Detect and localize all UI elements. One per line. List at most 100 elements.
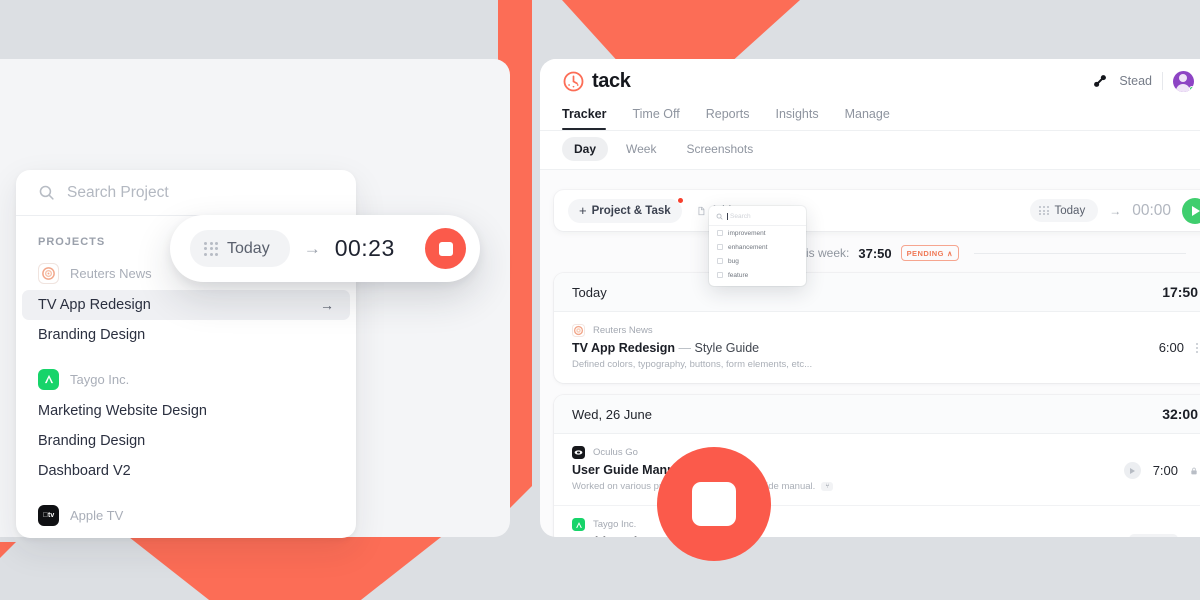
tab-time-off[interactable]: Time Off xyxy=(632,103,679,130)
project-name: Branding Design xyxy=(38,327,146,343)
tag-option-enhancement[interactable]: enhancement xyxy=(709,240,806,254)
time-entry-main: Taygo Inc. Dashboard V2 — Design Created… xyxy=(572,518,1129,537)
tag-option-label: enhancement xyxy=(728,243,768,251)
entry-description-row: Defined colors, typography, buttons, for… xyxy=(572,359,1159,370)
status-badge-label: PENDING xyxy=(906,248,944,258)
play-triangle-icon xyxy=(1192,205,1200,216)
coral-triangle-left xyxy=(0,542,16,558)
entry-dash: — xyxy=(678,341,692,355)
tag-dropdown-menu: improvement enhancement bug feature xyxy=(709,206,806,286)
client-group-taygo: Taygo Inc. xyxy=(16,362,356,396)
week-summary-row: This week: 37:50 PENDING ∧ xyxy=(540,231,1200,273)
day-group-today: Today 17:50 Reuters News TV App Redesign… xyxy=(554,273,1200,383)
stop-timer-button[interactable] xyxy=(425,228,466,269)
project-item-dashboard-v2[interactable]: Dashboard V2 xyxy=(22,456,350,486)
subtab-week[interactable]: Week xyxy=(614,137,668,161)
reuters-logo-icon xyxy=(38,262,59,284)
day-title: Wed, 26 June xyxy=(572,406,652,422)
entry-duration: 09:00 xyxy=(1129,534,1178,537)
tag-option-feature[interactable]: feature xyxy=(709,268,806,282)
status-badge[interactable]: PENDING ∧ xyxy=(900,245,959,261)
search-input[interactable] xyxy=(67,183,334,202)
tag-search-input[interactable] xyxy=(727,213,799,220)
tab-manage[interactable]: Manage xyxy=(845,103,890,130)
checkbox-icon[interactable] xyxy=(717,272,723,278)
secondary-tabs: Day Week Screenshots xyxy=(540,131,1200,170)
divider xyxy=(1161,72,1163,90)
tag-search-row[interactable] xyxy=(709,210,806,226)
tag-icon xyxy=(698,206,704,215)
grid-dots-icon xyxy=(1039,205,1049,216)
tracker-scope-pill[interactable]: Today xyxy=(1030,199,1099,222)
entry-duration: 6:00 xyxy=(1158,340,1184,355)
entry-title: Dashboard V2 — Design xyxy=(572,535,1129,537)
tracker-elapsed: 00:00 xyxy=(1132,201,1171,219)
more-options-icon[interactable] xyxy=(1196,342,1198,353)
taygo-logo-icon xyxy=(572,518,585,531)
project-item-tv-app-redesign[interactable]: TV App Redesign → xyxy=(22,290,350,320)
tack-clock-icon xyxy=(563,71,584,91)
checkbox-icon[interactable] xyxy=(717,230,723,236)
entry-project: TV App Redesign xyxy=(572,341,676,355)
project-item-branding-design-taygo[interactable]: Branding Design xyxy=(22,426,350,456)
avatar[interactable] xyxy=(1172,70,1194,92)
taygo-logo-icon xyxy=(38,368,59,390)
checkbox-icon[interactable] xyxy=(717,244,723,250)
user-name: Stead xyxy=(1119,74,1152,88)
time-entry-row[interactable]: Oculus Go User Guide Manual — Research W… xyxy=(554,434,1200,505)
week-summary-value: 37:50 xyxy=(858,245,892,261)
project-item-marketing-website-design[interactable]: Marketing Website Design xyxy=(22,396,350,426)
link-chain-icon[interactable] xyxy=(1091,72,1109,90)
day-total: 17:50 xyxy=(1162,284,1198,300)
day-group-wed-26-june: Wed, 26 June 32:00 Oculus Go User Guide … xyxy=(554,395,1200,537)
tag-option-label: bug xyxy=(728,257,739,265)
entry-client: Oculus Go xyxy=(572,446,1124,459)
big-stop-timer-button[interactable] xyxy=(657,447,771,561)
project-item-mobile-app-design[interactable]: Mobile App Design xyxy=(22,532,350,538)
project-name: Branding Design xyxy=(38,433,146,449)
arrow-right-icon: → xyxy=(320,297,334,313)
stop-square-icon xyxy=(438,241,453,256)
entry-task: Style Guide xyxy=(694,341,760,355)
alert-dot-icon xyxy=(677,197,683,203)
subtab-screenshots[interactable]: Screenshots xyxy=(674,137,765,161)
tracker-controls: Today → 00:00 xyxy=(1030,197,1200,224)
tracker-scope-label: Today xyxy=(1054,204,1086,217)
project-search-row[interactable] xyxy=(16,170,356,216)
primary-nav-tabs: Tracker Time Off Reports Insights Manage xyxy=(562,103,1200,130)
client-name: Reuters News xyxy=(70,265,152,281)
arrow-right-icon: → xyxy=(1109,203,1122,218)
time-entry-main: Oculus Go User Guide Manual — Research W… xyxy=(572,446,1124,492)
add-project-task-button[interactable]: + Project & Task xyxy=(568,197,683,223)
timer-scope-pill[interactable]: Today xyxy=(190,230,290,267)
project-item-branding-design-reuters[interactable]: Branding Design xyxy=(22,320,350,350)
entry-client-name: Taygo Inc. xyxy=(593,519,637,530)
header-right-cluster: Stead ▾ xyxy=(1091,70,1200,92)
tab-tracker[interactable]: Tracker xyxy=(562,103,607,130)
entry-title: User Guide Manual — Research xyxy=(572,463,1124,477)
stop-square-icon xyxy=(692,482,736,526)
subtab-day[interactable]: Day xyxy=(562,137,609,161)
entry-controls: 7:00 xyxy=(1123,446,1198,479)
start-timer-button[interactable] xyxy=(1182,197,1200,224)
time-entry-main: Reuters News TV App Redesign — Style Gui… xyxy=(572,324,1159,370)
tag-option-label: feature xyxy=(728,271,749,279)
tag-option-improvement[interactable]: improvement xyxy=(709,226,806,240)
entry-controls: 6:00 xyxy=(1159,324,1198,355)
resume-timer-button[interactable] xyxy=(1123,462,1141,479)
time-entry-row[interactable]: Reuters News TV App Redesign — Style Gui… xyxy=(554,312,1200,383)
time-entry-row[interactable]: Taygo Inc. Dashboard V2 — Design Created… xyxy=(554,505,1200,537)
day-title: Today xyxy=(572,284,607,300)
client-name: Apple TV xyxy=(70,507,124,523)
tab-insights[interactable]: Insights xyxy=(776,103,819,130)
checkbox-icon[interactable] xyxy=(717,258,723,264)
search-icon xyxy=(39,185,54,200)
appletv-logo-icon: tv xyxy=(38,504,59,526)
tab-reports[interactable]: Reports xyxy=(706,103,750,130)
tag-option-bug[interactable]: bug xyxy=(709,254,806,268)
entry-title: TV App Redesign — Style Guide xyxy=(572,341,1159,355)
entry-duration: 7:00 xyxy=(1152,463,1178,478)
client-group-appletv: tv Apple TV xyxy=(16,498,356,532)
client-name: Taygo Inc. xyxy=(70,371,130,387)
coral-triangle-bottom xyxy=(120,530,450,600)
